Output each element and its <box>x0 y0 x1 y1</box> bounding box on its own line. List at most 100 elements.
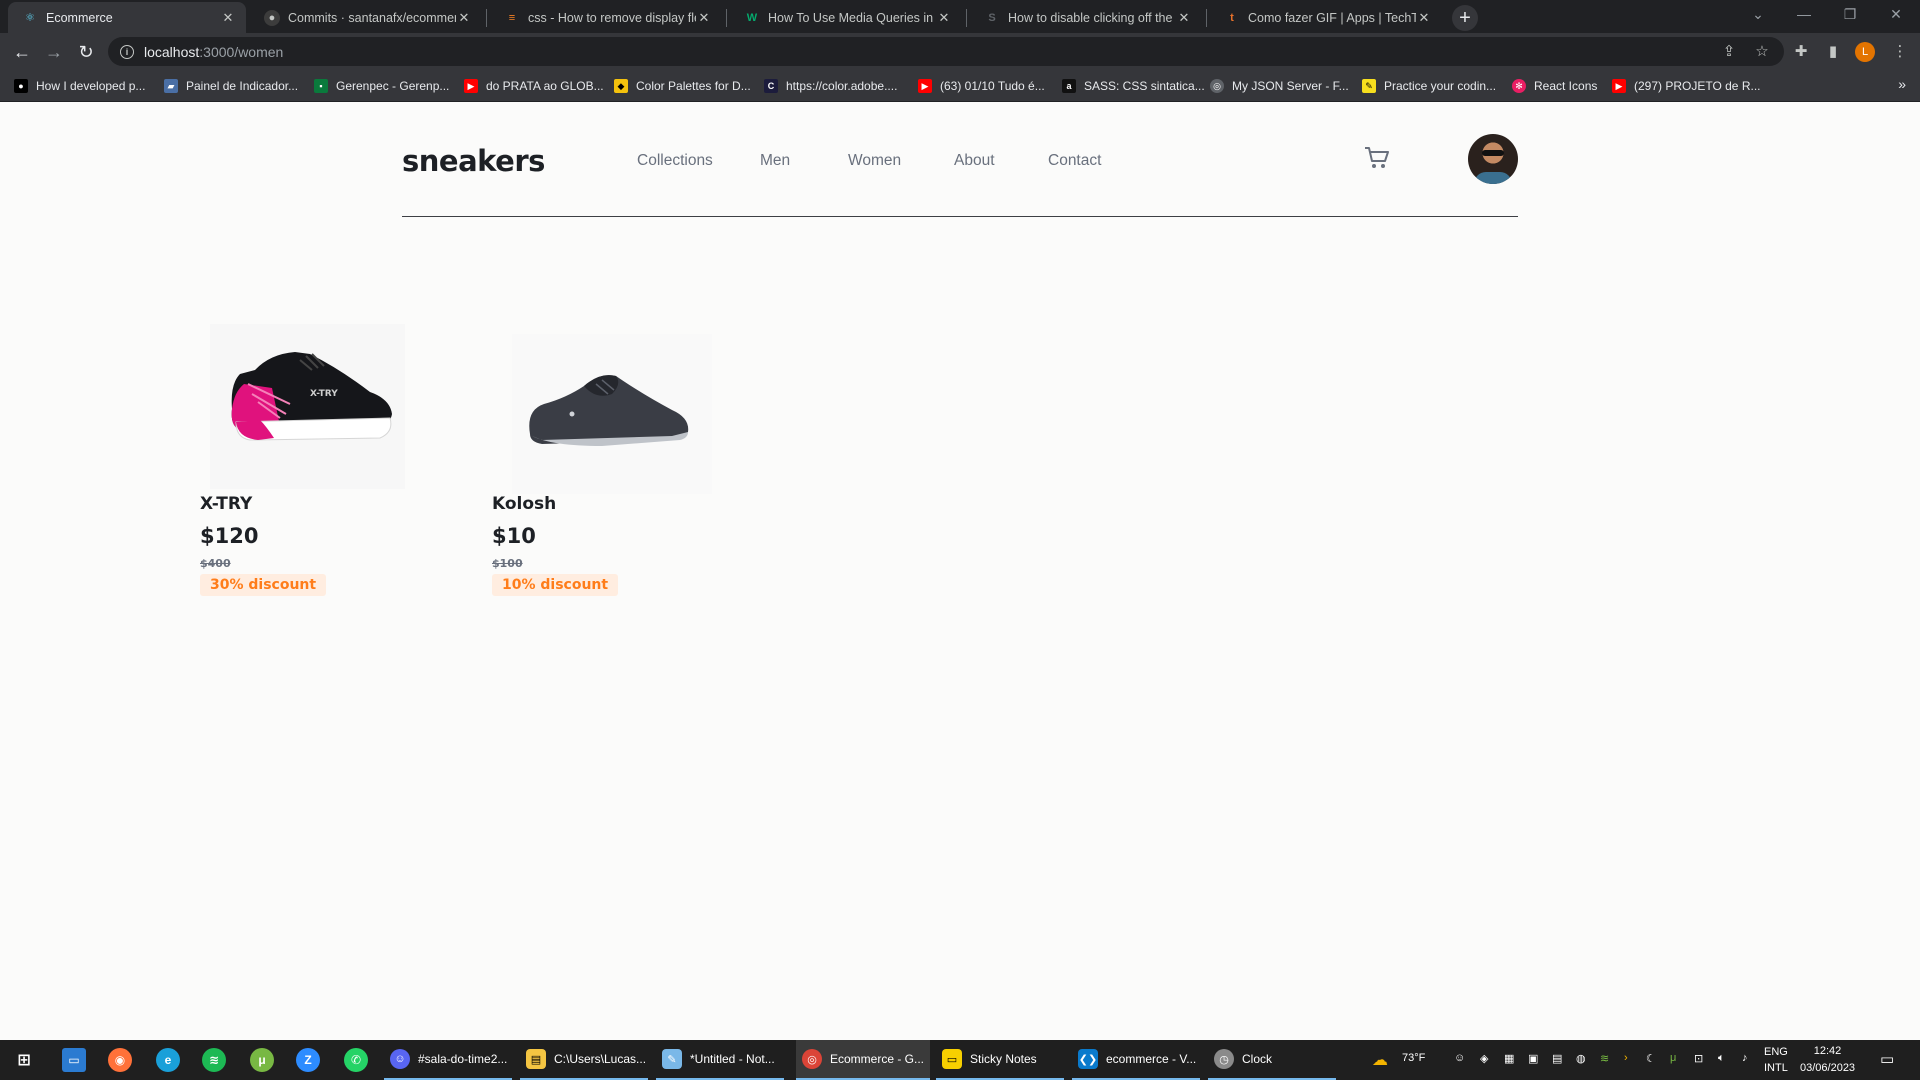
taskbar-app-vscode[interactable]: ❮❯ ecommerce - V... <box>1072 1040 1200 1080</box>
product-old-price: $100 <box>492 557 523 570</box>
taskbar-app-notepad[interactable]: ✎ *Untitled - Not... <box>656 1040 784 1080</box>
tab-separator <box>486 9 487 27</box>
site-logo[interactable]: sneakers <box>402 144 545 178</box>
bookmark-item[interactable]: ▪ Gerenpec - Gerenp... <box>314 77 449 95</box>
reload-button[interactable]: ↻ <box>72 38 100 66</box>
bookmark-label: SASS: CSS sintatica... <box>1084 79 1205 93</box>
bookmark-item[interactable]: ▶ (63) 01/10 Tudo é... <box>918 77 1045 95</box>
taskbar-app-discord[interactable]: ☺ #sala-do-time2... <box>384 1040 512 1080</box>
nav-link-about[interactable]: About <box>954 152 995 170</box>
volume-icon[interactable]: 🔈︎ <box>1718 1052 1725 1065</box>
zoom-icon[interactable]: Z <box>296 1048 320 1072</box>
close-icon[interactable]: ✕ <box>936 10 952 26</box>
close-icon[interactable]: ✕ <box>1176 10 1192 26</box>
utorrent-icon[interactable]: μ <box>250 1048 274 1072</box>
sticky-notes-icon: ▭ <box>942 1049 962 1069</box>
app-tray-icon[interactable]: ◍ <box>1576 1052 1586 1065</box>
taskbar-app-explorer[interactable]: ▤ C:\Users\Lucas... <box>520 1040 648 1080</box>
whatsapp-icon[interactable]: ✆ <box>344 1048 368 1072</box>
bookmark-item[interactable]: Chttps://color.adobe.... <box>764 77 897 95</box>
app-tray-icon[interactable]: ▣ <box>1528 1052 1538 1065</box>
language-indicator[interactable]: ENG INTL <box>1764 1044 1788 1076</box>
taskbar-app-label: Clock <box>1242 1052 1273 1066</box>
network-tray-icon[interactable]: ◈ <box>1480 1052 1488 1065</box>
wifi-signal-icon[interactable]: ≋ <box>1600 1052 1609 1065</box>
system-clock[interactable]: 12:42 03/06/2023 <box>1800 1043 1855 1077</box>
side-panel-icon[interactable]: ▮ <box>1821 39 1845 63</box>
windows-start-icon[interactable]: ⊞ <box>12 1048 36 1072</box>
firefox-icon[interactable]: ◉ <box>108 1048 132 1072</box>
profile-avatar[interactable]: L <box>1855 42 1875 62</box>
tab-stackoverflow[interactable]: ≡ css - How to remove display flex ✕ <box>490 2 722 33</box>
tab-disable-clicking[interactable]: S How to disable clicking off the m ✕ <box>970 2 1202 33</box>
more-bookmarks-icon[interactable]: » <box>1898 76 1906 92</box>
app-tray-icon[interactable]: ▦ <box>1504 1052 1514 1065</box>
cart-icon[interactable] <box>1364 146 1390 170</box>
bookmark-icon: ✎ <box>1362 79 1376 93</box>
menu-icon[interactable]: ⋮ <box>1888 39 1912 63</box>
utorrent-tray-icon[interactable]: μ <box>1670 1052 1676 1064</box>
product-image[interactable]: X-TRY <box>200 314 420 494</box>
bookmark-label: Painel de Indicador... <box>186 79 299 93</box>
bookmark-item[interactable]: ◎ My JSON Server - F... <box>1210 77 1349 95</box>
taskbar-app-chrome[interactable]: ◎ Ecommerce - G... <box>796 1040 930 1080</box>
bookmark-item[interactable]: ▰ Painel de Indicador... <box>164 77 298 95</box>
taskbar-app-clock[interactable]: ◷ Clock <box>1208 1040 1336 1080</box>
close-icon[interactable]: ✕ <box>456 10 472 26</box>
network-icon[interactable]: ⊡ <box>1694 1052 1703 1065</box>
taskbar-app-sticky-notes[interactable]: ▭ Sticky Notes <box>936 1040 1064 1080</box>
moon-icon[interactable]: ☾ <box>1646 1052 1656 1065</box>
microphone-icon[interactable]: ♪ <box>1742 1052 1748 1064</box>
chevron-right-icon[interactable]: › <box>1624 1052 1628 1064</box>
product-card[interactable]: X-TRY X-TRY $120 $400 30% discount <box>200 314 450 596</box>
bookmark-item[interactable]: ▶ do PRATA ao GLOB... <box>464 77 604 95</box>
nav-link-men[interactable]: Men <box>760 152 790 170</box>
share-icon[interactable]: ⇪ <box>1717 39 1741 63</box>
product-card[interactable]: Kolosh $10 $100 10% discount <box>492 314 742 596</box>
nav-link-women[interactable]: Women <box>848 152 901 170</box>
chevron-down-icon[interactable]: ⌄ <box>1736 0 1780 28</box>
close-icon[interactable]: ✕ <box>1416 10 1432 26</box>
weather-temp[interactable]: 73°F <box>1402 1052 1425 1064</box>
bookmark-item[interactable]: a SASS: CSS sintatica... <box>1062 77 1205 95</box>
tab-techtudo[interactable]: t Como fazer GIF | Apps | TechTudo ✕ <box>1210 2 1442 33</box>
restore-button[interactable]: ❐ <box>1828 0 1872 28</box>
user-avatar[interactable] <box>1468 134 1518 184</box>
discord-tray-icon[interactable]: ☺ <box>1454 1052 1465 1064</box>
close-window-button[interactable]: ✕ <box>1874 0 1918 28</box>
clock-icon: ◷ <box>1214 1049 1234 1069</box>
notifications-icon[interactable]: ▭ <box>1880 1050 1894 1068</box>
star-icon[interactable]: ☆ <box>1750 39 1774 63</box>
tab-media-queries[interactable]: W How To Use Media Queries in Ja ✕ <box>730 2 962 33</box>
discount-badge: 30% discount <box>200 574 327 596</box>
bookmark-item[interactable]: ✻ React Icons <box>1512 77 1597 95</box>
close-icon[interactable]: ✕ <box>696 10 712 26</box>
new-tab-button[interactable]: + <box>1452 5 1478 31</box>
spotify-icon[interactable]: ≋ <box>202 1048 226 1072</box>
nav-link-collections[interactable]: Collections <box>637 152 713 170</box>
file-explorer-icon[interactable]: ▭ <box>62 1048 86 1072</box>
bookmark-item[interactable]: ▶ (297) PROJETO de R... <box>1612 77 1761 95</box>
forward-button[interactable]: → <box>40 38 68 66</box>
bookmark-item[interactable]: ✎ Practice your codin... <box>1362 77 1496 95</box>
edge-icon[interactable]: e <box>156 1048 180 1072</box>
minimize-button[interactable]: — <box>1782 0 1826 28</box>
product-price: $120 <box>200 524 259 548</box>
tab-separator <box>966 9 967 27</box>
back-button[interactable]: ← <box>8 38 36 66</box>
tab-commits[interactable]: ● Commits · santanafx/ecommerce ✕ <box>250 2 482 33</box>
bookmark-item[interactable]: ◆ Color Palettes for D... <box>614 77 751 95</box>
clock-date: 03/06/2023 <box>1800 1062 1856 1074</box>
address-bar[interactable]: i localhost:3000/women <box>108 37 1784 66</box>
info-icon[interactable]: i <box>120 44 134 59</box>
weather-icon[interactable]: ☁ <box>1372 1050 1388 1070</box>
app-tray-icon[interactable]: ▤ <box>1552 1052 1562 1065</box>
github-icon: ● <box>264 9 280 26</box>
tab-ecommerce[interactable]: ⚛ Ecommerce ✕ <box>8 2 246 33</box>
bookmark-item[interactable]: ● How I developed p... <box>14 77 145 95</box>
close-icon[interactable]: ✕ <box>220 10 236 26</box>
stackoverflow-icon: ≡ <box>508 11 516 24</box>
extensions-icon[interactable]: ✚ <box>1789 39 1813 63</box>
product-image[interactable] <box>492 314 712 494</box>
nav-link-contact[interactable]: Contact <box>1048 152 1101 170</box>
